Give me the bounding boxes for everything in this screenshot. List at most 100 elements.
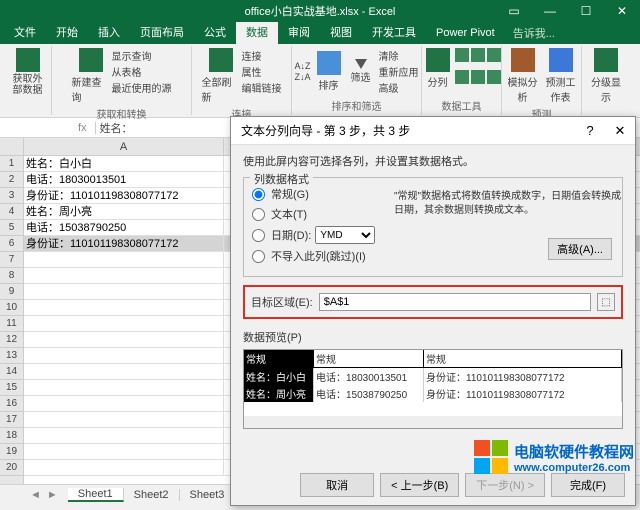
cell[interactable]: 身份证：110101198308077172 <box>24 236 224 251</box>
cell[interactable] <box>24 412 224 427</box>
tab-developer[interactable]: 开发工具 <box>362 22 426 44</box>
row-header[interactable]: 2 <box>0 172 23 188</box>
tab-file[interactable]: 文件 <box>4 22 46 44</box>
radio-date[interactable] <box>252 229 265 242</box>
cell[interactable]: 电话：18030013501 <box>24 172 224 187</box>
recent-sources-button[interactable]: 最近使用的源 <box>112 80 172 95</box>
radio-text[interactable] <box>252 208 265 221</box>
data-validation-icon[interactable] <box>487 48 501 62</box>
outline-button[interactable]: 分级显示 <box>587 48 625 104</box>
edit-links-button[interactable]: 编辑链接 <box>242 80 282 95</box>
row-header[interactable]: 10 <box>0 300 23 316</box>
cell[interactable] <box>24 252 224 267</box>
cell[interactable] <box>24 284 224 299</box>
dialog-close-icon[interactable]: ✕ <box>605 123 635 139</box>
cell[interactable] <box>24 444 224 459</box>
row-header[interactable]: 9 <box>0 284 23 300</box>
row-header[interactable]: 6 <box>0 236 23 252</box>
cell[interactable] <box>24 348 224 363</box>
ribbon-display-icon[interactable]: ▭ <box>496 0 532 22</box>
row-header[interactable]: 4 <box>0 204 23 220</box>
sheet-tab[interactable]: Sheet3 <box>180 489 236 501</box>
cell[interactable] <box>24 396 224 411</box>
text-to-columns-button[interactable]: 分列 <box>423 48 453 89</box>
cell[interactable] <box>24 380 224 395</box>
cell[interactable]: 姓名：白小白 <box>24 156 224 171</box>
show-queries-button[interactable]: 显示查询 <box>112 48 172 63</box>
radio-general[interactable] <box>252 188 265 201</box>
sort-asc-button[interactable]: A↓Z <box>295 61 311 71</box>
cancel-button[interactable]: 取消 <box>300 473 374 497</box>
new-query-button[interactable]: 新建查询 <box>72 48 110 104</box>
consolidate-icon[interactable] <box>455 70 469 84</box>
filter-button[interactable]: 筛选 <box>347 59 375 84</box>
cell[interactable] <box>24 268 224 283</box>
advanced-filter-button[interactable]: 高级 <box>379 80 419 95</box>
tab-nav-prev-icon[interactable]: ◄ <box>30 489 41 501</box>
col-header-a[interactable]: A <box>24 138 224 155</box>
tab-layout[interactable]: 页面布局 <box>130 22 194 44</box>
tab-nav-next-icon[interactable]: ► <box>47 489 58 501</box>
close-icon[interactable]: ✕ <box>604 0 640 22</box>
minimize-icon[interactable]: — <box>532 0 568 22</box>
maximize-icon[interactable]: ☐ <box>568 0 604 22</box>
target-range-input[interactable] <box>319 293 591 311</box>
tab-view[interactable]: 视图 <box>320 22 362 44</box>
back-button[interactable]: < 上一步(B) <box>380 473 459 497</box>
tab-formula[interactable]: 公式 <box>194 22 236 44</box>
preview-col-header[interactable]: 常规 <box>314 350 424 367</box>
row-header[interactable]: 7 <box>0 252 23 268</box>
row-header[interactable]: 3 <box>0 188 23 204</box>
sheet-tab[interactable]: Sheet2 <box>124 489 180 501</box>
tab-home[interactable]: 开始 <box>46 22 88 44</box>
radio-skip[interactable] <box>252 250 265 263</box>
row-header[interactable]: 17 <box>0 412 23 428</box>
tab-insert[interactable]: 插入 <box>88 22 130 44</box>
refresh-all-button[interactable]: 全部刷新 <box>202 48 240 104</box>
row-header[interactable]: 13 <box>0 348 23 364</box>
flash-fill-icon[interactable] <box>455 48 469 62</box>
cell[interactable]: 电话：15038790250 <box>24 220 224 235</box>
row-header[interactable]: 12 <box>0 332 23 348</box>
sheet-tab[interactable]: Sheet1 <box>68 488 124 502</box>
preview-scrollbar[interactable] <box>244 416 622 428</box>
from-table-button[interactable]: 从表格 <box>112 64 172 79</box>
tab-review[interactable]: 审阅 <box>278 22 320 44</box>
row-header[interactable]: 15 <box>0 380 23 396</box>
reapply-filter-button[interactable]: 重新应用 <box>379 64 419 79</box>
remove-duplicates-icon[interactable] <box>471 48 485 62</box>
sort-desc-button[interactable]: Z↓A <box>295 72 311 82</box>
cell[interactable] <box>24 460 224 475</box>
cell[interactable] <box>24 316 224 331</box>
tab-powerpivot[interactable]: Power Pivot <box>426 22 505 44</box>
row-header[interactable]: 8 <box>0 268 23 284</box>
row-header[interactable]: 19 <box>0 444 23 460</box>
row-header[interactable]: 5 <box>0 220 23 236</box>
fx-icon[interactable]: fx <box>70 122 96 134</box>
preview-col-header[interactable]: 常规 <box>424 350 622 367</box>
relationships-icon[interactable] <box>471 70 485 84</box>
preview-col-header[interactable]: 常规 <box>244 350 314 367</box>
range-picker-icon[interactable]: ⬚ <box>597 293 615 311</box>
get-external-data-button[interactable]: 获取外部数据 <box>9 48 47 96</box>
tell-me[interactable]: 告诉我... <box>513 25 555 41</box>
date-format-select[interactable]: YMD <box>315 226 375 244</box>
cell[interactable]: 身份证：110101198308077172 <box>24 188 224 203</box>
properties-button[interactable]: 属性 <box>242 64 282 79</box>
advanced-button[interactable]: 高级(A)... <box>548 238 612 260</box>
forecast-sheet-button[interactable]: 预测工作表 <box>543 48 579 104</box>
clear-filter-button[interactable]: 清除 <box>379 48 419 63</box>
row-header[interactable]: 18 <box>0 428 23 444</box>
row-header[interactable]: 14 <box>0 364 23 380</box>
cell[interactable] <box>24 300 224 315</box>
cell[interactable] <box>24 364 224 379</box>
finish-button[interactable]: 完成(F) <box>551 473 625 497</box>
help-icon[interactable]: ? <box>575 123 605 139</box>
cell[interactable] <box>24 428 224 443</box>
row-header[interactable]: 16 <box>0 396 23 412</box>
whatif-button[interactable]: 模拟分析 <box>505 48 541 104</box>
row-header[interactable]: 11 <box>0 316 23 332</box>
row-header[interactable]: 1 <box>0 156 23 172</box>
data-model-icon[interactable] <box>487 70 501 84</box>
connections-button[interactable]: 连接 <box>242 48 282 63</box>
